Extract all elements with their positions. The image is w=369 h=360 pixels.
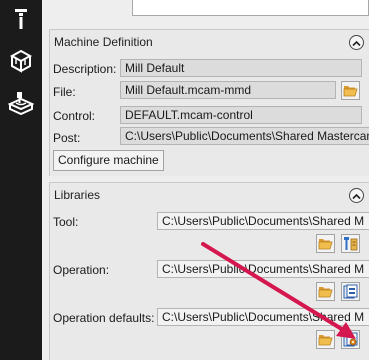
tool-label: Tool: <box>53 215 79 229</box>
sidebar-item-toolpath[interactable] <box>0 88 42 118</box>
control-label: Control: <box>53 109 96 123</box>
sidebar-item-tool[interactable] <box>0 4 42 34</box>
post-label: Post: <box>53 131 81 145</box>
panel-title: Machine Definition <box>54 35 153 49</box>
description-label: Description: <box>53 62 117 76</box>
chevron-up-icon <box>352 189 361 203</box>
folder-open-icon <box>318 333 333 346</box>
browse-operation-library-button[interactable] <box>316 282 335 301</box>
tool-manager-icon <box>343 236 358 251</box>
file-label: File: <box>53 85 76 99</box>
libraries-panel: Libraries Tool: C:\Users\Public\Document… <box>49 182 369 360</box>
configure-machine-button[interactable]: Configure machine <box>53 150 164 171</box>
chevron-up-icon <box>352 36 361 50</box>
tool-library-field[interactable]: C:\Users\Public\Documents\Shared M <box>157 212 369 230</box>
operation-label: Operation: <box>53 263 110 277</box>
collapse-button[interactable] <box>349 35 364 50</box>
file-field[interactable]: Mill Default.mcam-mmd <box>120 81 336 99</box>
operation-library-icon <box>343 284 358 299</box>
sidebar-item-stock[interactable] <box>0 46 42 76</box>
top-text-area[interactable] <box>132 0 369 16</box>
post-field[interactable]: C:\Users\Public\Documents\Shared Masterc… <box>120 127 369 145</box>
browse-machine-file-button[interactable] <box>341 81 360 100</box>
operation-defaults-label: Operation defaults: <box>53 311 155 325</box>
stock-box-icon <box>9 49 33 73</box>
description-field[interactable]: Mill Default <box>120 59 362 77</box>
operation-library-field[interactable]: C:\Users\Public\Documents\Shared M <box>157 260 369 278</box>
operation-defaults-field[interactable]: C:\Users\Public\Documents\Shared M <box>157 308 369 326</box>
operation-defaults-manager-button[interactable] <box>341 330 360 349</box>
folder-open-icon <box>343 84 358 97</box>
main-panel: Machine Definition Description: Mill Def… <box>46 0 369 360</box>
machine-definition-panel: Machine Definition Description: Mill Def… <box>49 29 369 176</box>
toolpath-icon <box>8 91 34 115</box>
panel-title: Libraries <box>54 188 101 202</box>
folder-open-icon <box>318 237 333 250</box>
collapse-button[interactable] <box>349 188 364 203</box>
folder-open-icon <box>318 285 333 298</box>
operation-manager-button[interactable] <box>341 282 360 301</box>
control-field[interactable]: DEFAULT.mcam-control <box>120 106 362 124</box>
tool-icon <box>13 8 29 30</box>
tool-manager-button[interactable] <box>341 234 360 253</box>
operation-defaults-icon <box>343 332 358 347</box>
browse-operation-defaults-button[interactable] <box>316 330 335 349</box>
sidebar-rail <box>0 0 42 360</box>
browse-tool-library-button[interactable] <box>316 234 335 253</box>
